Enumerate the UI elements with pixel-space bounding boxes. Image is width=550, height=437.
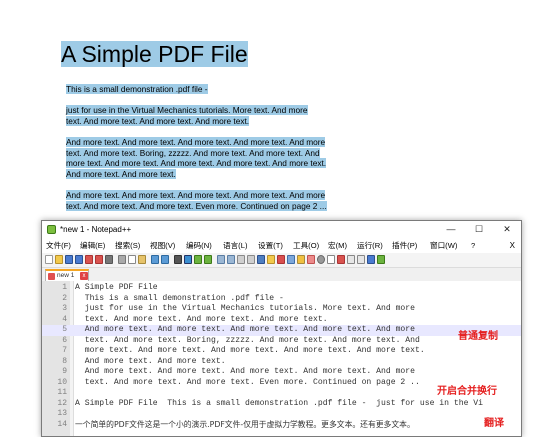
tab-label: new 1 [57,272,75,279]
editor-line[interactable]: 8 And more text. And more text. [42,357,521,368]
undo-icon[interactable] [151,255,159,264]
extension-icon[interactable] [377,255,385,264]
sync-vertical-icon[interactable] [217,255,225,264]
close-window-button[interactable]: ✕ [493,221,521,238]
editor-line[interactable]: 3 just for use in the Virtual Mechanics … [42,304,521,315]
zoom-out-icon[interactable] [204,255,212,264]
plugin-icon[interactable] [367,255,375,264]
new-file-icon[interactable] [45,255,53,264]
pdf-text-line: And more text. And more text. [66,168,176,179]
find-icon[interactable] [174,255,182,264]
editor-line[interactable]: 1 A Simple PDF File [42,283,521,294]
paste-icon[interactable] [138,255,146,264]
pdf-text-line: more text. And more text. And more text.… [66,158,327,168]
replace-icon[interactable] [184,255,192,264]
unsaved-file-icon [48,273,55,280]
menu-settings[interactable]: 设置(T) [258,238,283,253]
folder-workspace-icon[interactable] [297,255,305,264]
annotation-merge-lines: 开启合并换行 [437,386,497,397]
notepadpp-window: *new 1 - Notepad++ — ☐ ✕ 文件(F) 编辑(E) 搜索(… [41,220,522,437]
menu-bar: 文件(F) 编辑(E) 搜索(S) 视图(V) 编码(N) 语言(L) 设置(T… [42,238,521,253]
monitoring-icon[interactable] [307,255,315,264]
editor-line[interactable]: 4 text. And more text. And more text. An… [42,315,521,326]
function-list-icon[interactable] [287,255,295,264]
menu-edit[interactable]: 编辑(E) [80,238,105,253]
stop-macro-icon[interactable] [327,255,335,264]
copy-icon[interactable] [128,255,136,264]
menu-search[interactable]: 搜索(S) [115,238,140,253]
indent-guide-icon[interactable] [257,255,265,264]
menu-tools[interactable]: 工具(O) [293,238,319,253]
menu-macro[interactable]: 宏(M) [328,238,347,253]
doc-map-icon[interactable] [277,255,285,264]
sync-horizontal-icon[interactable] [227,255,235,264]
save-all-icon[interactable] [75,255,83,264]
pdf-text-line: And more text. And more text. And more t… [66,190,326,200]
open-file-icon[interactable] [55,255,63,264]
close-file-icon[interactable] [85,255,93,264]
annotation-normal-copy: 普通复制 [458,331,498,342]
editor-line[interactable]: 7 more text. And more text. And more tex… [42,346,521,357]
annotation-translate: 翻译 [484,418,504,429]
title-bar[interactable]: *new 1 - Notepad++ — ☐ ✕ [42,221,521,238]
menu-file[interactable]: 文件(F) [46,238,71,253]
editor-line[interactable]: 14 一个简单的PDF文件这是一个小的演示.PDF文件-仅用于虚拟力学教程。更多… [42,420,521,431]
close-all-icon[interactable] [95,255,103,264]
window-title: *new 1 - Notepad++ [60,225,132,234]
menu-plugins[interactable]: 插件(P) [392,238,417,253]
show-all-chars-icon[interactable] [247,255,255,264]
pdf-text-line: just for use in the Virtual Mechanics tu… [66,105,308,115]
menu-language[interactable]: 语言(L) [223,238,247,253]
menu-window[interactable]: 窗口(W) [430,238,457,253]
editor-current-line[interactable]: 5 And more text. And more text. And more… [42,325,521,336]
redo-icon[interactable] [161,255,169,264]
menu-encoding[interactable]: 编码(N) [186,238,212,253]
save-icon[interactable] [65,255,73,264]
menu-run[interactable]: 运行(R) [357,238,383,253]
pdf-text-line: text. And more text. And more text. Even… [66,200,327,211]
pdf-text-line: And more text. And more text. And more t… [66,137,326,147]
tab-close-icon[interactable]: x [80,272,88,280]
close-document-button[interactable]: X [510,238,515,253]
notepadpp-app-icon [47,225,56,234]
text-editor[interactable]: 1 A Simple PDF File 2 This is a small de… [42,281,521,436]
save-macro-icon[interactable] [357,255,365,264]
editor-line[interactable]: 9 And more text. And more text. And more… [42,367,521,378]
pdf-title: A Simple PDF File [61,41,248,67]
pdf-text-line: text. And more text. And more text. And … [66,115,250,126]
print-icon[interactable] [105,255,113,264]
menu-view[interactable]: 视图(V) [150,238,175,253]
zoom-in-icon[interactable] [194,255,202,264]
pdf-text-line: This is a small demonstration .pdf file … [66,84,208,94]
editor-line[interactable]: 13 [42,409,521,420]
editor-line[interactable]: 12 A Simple PDF File This is a small dem… [42,399,521,410]
editor-line[interactable]: 2 This is a small demonstration .pdf fil… [42,294,521,305]
playback-macro-icon[interactable] [337,255,345,264]
pdf-text-line: text. And more text. Boring, zzzzz. And … [66,147,320,158]
cut-icon[interactable] [118,255,126,264]
menu-help[interactable]: ? [471,238,475,253]
language-icon[interactable] [267,255,275,264]
editor-line[interactable]: 6 text. And more text. Boring, zzzzz. An… [42,336,521,347]
record-macro-icon[interactable] [317,255,325,264]
toolbar [42,253,521,268]
minimize-button[interactable]: — [437,221,465,238]
word-wrap-icon[interactable] [237,255,245,264]
maximize-button[interactable]: ☐ [465,221,493,238]
run-macro-multiple-icon[interactable] [347,255,355,264]
